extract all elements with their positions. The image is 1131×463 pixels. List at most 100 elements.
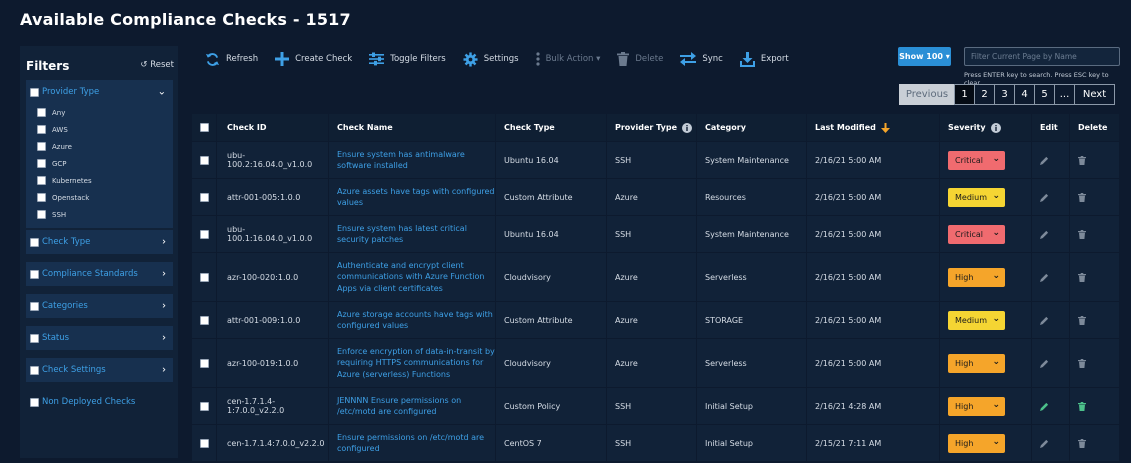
pencil-icon[interactable]: [1040, 359, 1049, 368]
severity-dropdown[interactable]: Critical ⌄: [948, 150, 1005, 170]
export-button[interactable]: Export: [739, 51, 789, 67]
chevron-right-icon[interactable]: ›: [162, 301, 166, 312]
page-button-3[interactable]: 3: [994, 84, 1015, 105]
row-checkbox[interactable]: [200, 192, 209, 202]
next-page-button[interactable]: Next: [1074, 84, 1115, 105]
trash-icon[interactable]: [1078, 192, 1086, 202]
previous-page-button[interactable]: Previous: [899, 84, 955, 105]
create-check-button[interactable]: Create Check: [275, 52, 352, 66]
pencil-icon[interactable]: [1040, 156, 1049, 165]
provider-option-openstack[interactable]: Openstack: [26, 189, 173, 206]
col-check-name[interactable]: Check Name: [329, 114, 496, 141]
severity-dropdown[interactable]: High ⌄: [948, 396, 1005, 416]
col-last-modified[interactable]: Last Modified: [807, 114, 940, 141]
delete-button[interactable]: Delete: [617, 52, 663, 66]
provider-option-checkbox[interactable]: [37, 159, 46, 168]
provider-option-kubernetes[interactable]: Kubernetes: [26, 172, 173, 189]
severity-dropdown[interactable]: Medium ⌄: [948, 310, 1005, 330]
page-button-1[interactable]: 1: [954, 84, 975, 105]
pencil-icon[interactable]: [1040, 439, 1049, 448]
check-name-link[interactable]: Enforce encryption of data-in-transit by…: [337, 346, 495, 381]
filter-group-checkbox[interactable]: [30, 333, 39, 343]
provider-option-checkbox[interactable]: [37, 108, 46, 117]
trash-icon[interactable]: [1078, 315, 1086, 325]
bulk-action-button[interactable]: Bulk Action ▾: [535, 52, 600, 66]
settings-button[interactable]: Settings: [463, 51, 519, 67]
filter-group-checkbox[interactable]: [30, 237, 39, 247]
row-checkbox[interactable]: [200, 438, 209, 448]
sync-button[interactable]: Sync: [680, 52, 723, 66]
col-category[interactable]: Category: [697, 114, 807, 141]
reset-button[interactable]: ↺ Reset: [140, 60, 174, 70]
check-name-link[interactable]: Azure storage accounts have tags with co…: [337, 309, 495, 332]
provider-option-checkbox[interactable]: [37, 193, 46, 202]
pencil-icon[interactable]: [1040, 193, 1049, 202]
severity-dropdown[interactable]: High ⌄: [948, 353, 1005, 373]
page-button-2[interactable]: 2: [974, 84, 995, 105]
provider-option-any[interactable]: Any: [26, 104, 173, 121]
filter-provider-type-header[interactable]: Provider Type ⌄: [26, 80, 173, 104]
filter-group-checkbox[interactable]: [30, 269, 39, 279]
select-all-checkbox[interactable]: [200, 123, 209, 132]
pencil-icon[interactable]: [1040, 273, 1049, 282]
check-name-link[interactable]: Authenticate and encrypt client communic…: [337, 260, 495, 295]
row-checkbox[interactable]: [200, 401, 209, 411]
filter-group-checkbox[interactable]: [30, 301, 39, 311]
non-deployed-checkbox[interactable]: [30, 397, 39, 407]
filter-non-deployed[interactable]: Non Deployed Checks: [26, 390, 173, 414]
provider-option-checkbox[interactable]: [37, 142, 46, 151]
trash-icon[interactable]: [1078, 272, 1086, 282]
row-checkbox[interactable]: [200, 315, 209, 325]
col-check-id[interactable]: Check ID: [217, 114, 329, 141]
severity-dropdown[interactable]: Critical ⌄: [948, 224, 1005, 244]
filter-group-check-type[interactable]: Check Type ›: [26, 230, 173, 254]
filter-group-categories[interactable]: Categories ›: [26, 294, 173, 318]
info-icon[interactable]: [990, 122, 1001, 133]
check-name-link[interactable]: Ensure system has antimalware software i…: [337, 149, 495, 172]
provider-option-checkbox[interactable]: [37, 210, 46, 219]
provider-option-aws[interactable]: AWS: [26, 121, 173, 138]
pencil-icon[interactable]: [1040, 230, 1049, 239]
pencil-icon[interactable]: [1040, 402, 1049, 411]
check-name-link[interactable]: Ensure permissions on /etc/motd are conf…: [337, 432, 495, 455]
search-input[interactable]: [964, 47, 1120, 66]
filter-group-status[interactable]: Status ›: [26, 326, 173, 350]
row-checkbox[interactable]: [200, 229, 209, 239]
page-ellipsis[interactable]: ...: [1054, 84, 1075, 105]
filter-group-checkbox[interactable]: [30, 365, 39, 375]
chevron-down-icon[interactable]: ⌄: [158, 87, 166, 98]
page-button-5[interactable]: 5: [1034, 84, 1055, 105]
filter-group-compliance-standards[interactable]: Compliance Standards ›: [26, 262, 173, 286]
row-checkbox[interactable]: [200, 358, 209, 368]
provider-option-checkbox[interactable]: [37, 125, 46, 134]
check-name-link[interactable]: Ensure system has latest critical securi…: [337, 223, 495, 246]
severity-dropdown[interactable]: High ⌄: [948, 267, 1005, 287]
chevron-right-icon[interactable]: ›: [162, 333, 166, 344]
pencil-icon[interactable]: [1040, 316, 1049, 325]
info-icon[interactable]: [682, 122, 693, 133]
col-provider-type[interactable]: Provider Type: [607, 114, 697, 141]
provider-option-azure[interactable]: Azure: [26, 138, 173, 155]
check-name-link[interactable]: Azure assets have tags with configured v…: [337, 186, 495, 209]
chevron-right-icon[interactable]: ›: [162, 365, 166, 376]
row-checkbox[interactable]: [200, 155, 209, 165]
check-name-link[interactable]: JENNNN Ensure permissions on /etc/motd a…: [337, 395, 495, 418]
trash-icon[interactable]: [1078, 155, 1086, 165]
severity-dropdown[interactable]: High ⌄: [948, 433, 1005, 453]
chevron-right-icon[interactable]: ›: [162, 269, 166, 280]
page-size-dropdown[interactable]: Show 100 ▾: [898, 47, 951, 66]
trash-icon[interactable]: [1078, 358, 1086, 368]
trash-icon[interactable]: [1078, 401, 1086, 411]
provider-option-checkbox[interactable]: [37, 176, 46, 185]
chevron-right-icon[interactable]: ›: [162, 237, 166, 248]
toggle-filters-button[interactable]: Toggle Filters: [369, 52, 446, 66]
col-severity[interactable]: Severity: [940, 114, 1032, 141]
refresh-button[interactable]: Refresh: [205, 52, 258, 67]
col-check-type[interactable]: Check Type: [496, 114, 607, 141]
row-checkbox[interactable]: [200, 272, 209, 282]
trash-icon[interactable]: [1078, 229, 1086, 239]
provider-type-checkbox[interactable]: [30, 87, 39, 97]
filter-group-check-settings[interactable]: Check Settings ›: [26, 358, 173, 382]
page-button-4[interactable]: 4: [1014, 84, 1035, 105]
trash-icon[interactable]: [1078, 438, 1086, 448]
